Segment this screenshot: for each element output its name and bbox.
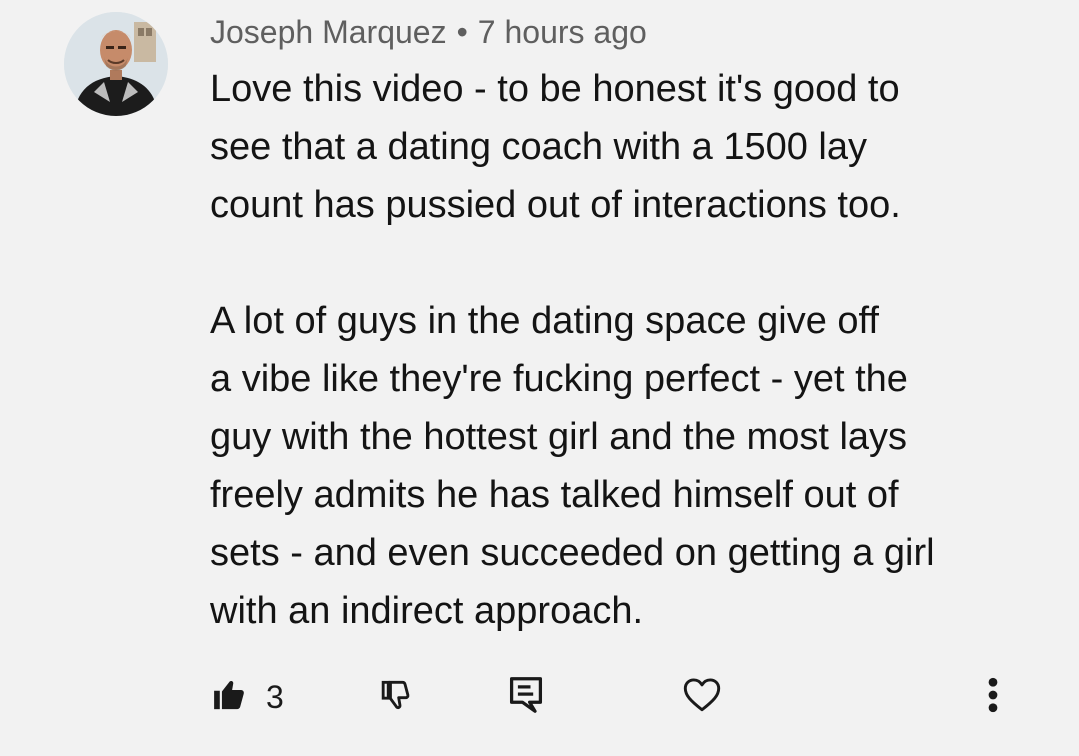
avatar[interactable] [64,12,168,116]
more-options-button[interactable] [978,670,1008,724]
like-button[interactable]: 3 [212,670,284,724]
author-name[interactable]: Joseph Marquez [210,14,447,50]
comment-actions: 3 [0,670,1079,724]
thumbs-up-filled-icon [212,678,246,717]
reply-comment-icon [508,675,544,720]
thumbs-down-icon [380,676,418,719]
comment-timestamp[interactable]: 7 hours ago [478,14,647,50]
comment-paragraph: Love this video - to be honest it's good… [210,68,901,226]
comment-meta: Joseph Marquez • 7 hours ago [210,12,647,52]
reply-button[interactable] [508,670,544,724]
comment-paragraph: A lot of guys in the dating space give o… [210,300,935,632]
meta-separator: • [456,14,468,50]
heart-button[interactable] [682,670,722,724]
more-vertical-icon [978,675,1008,720]
like-count: 3 [266,678,284,715]
heart-outline-icon [682,677,722,718]
comment-card: Joseph Marquez • 7 hours ago Love this vid… [0,0,1079,756]
comment-body: Love this video - to be honest it's good… [210,60,1030,640]
dislike-button[interactable] [380,670,418,724]
